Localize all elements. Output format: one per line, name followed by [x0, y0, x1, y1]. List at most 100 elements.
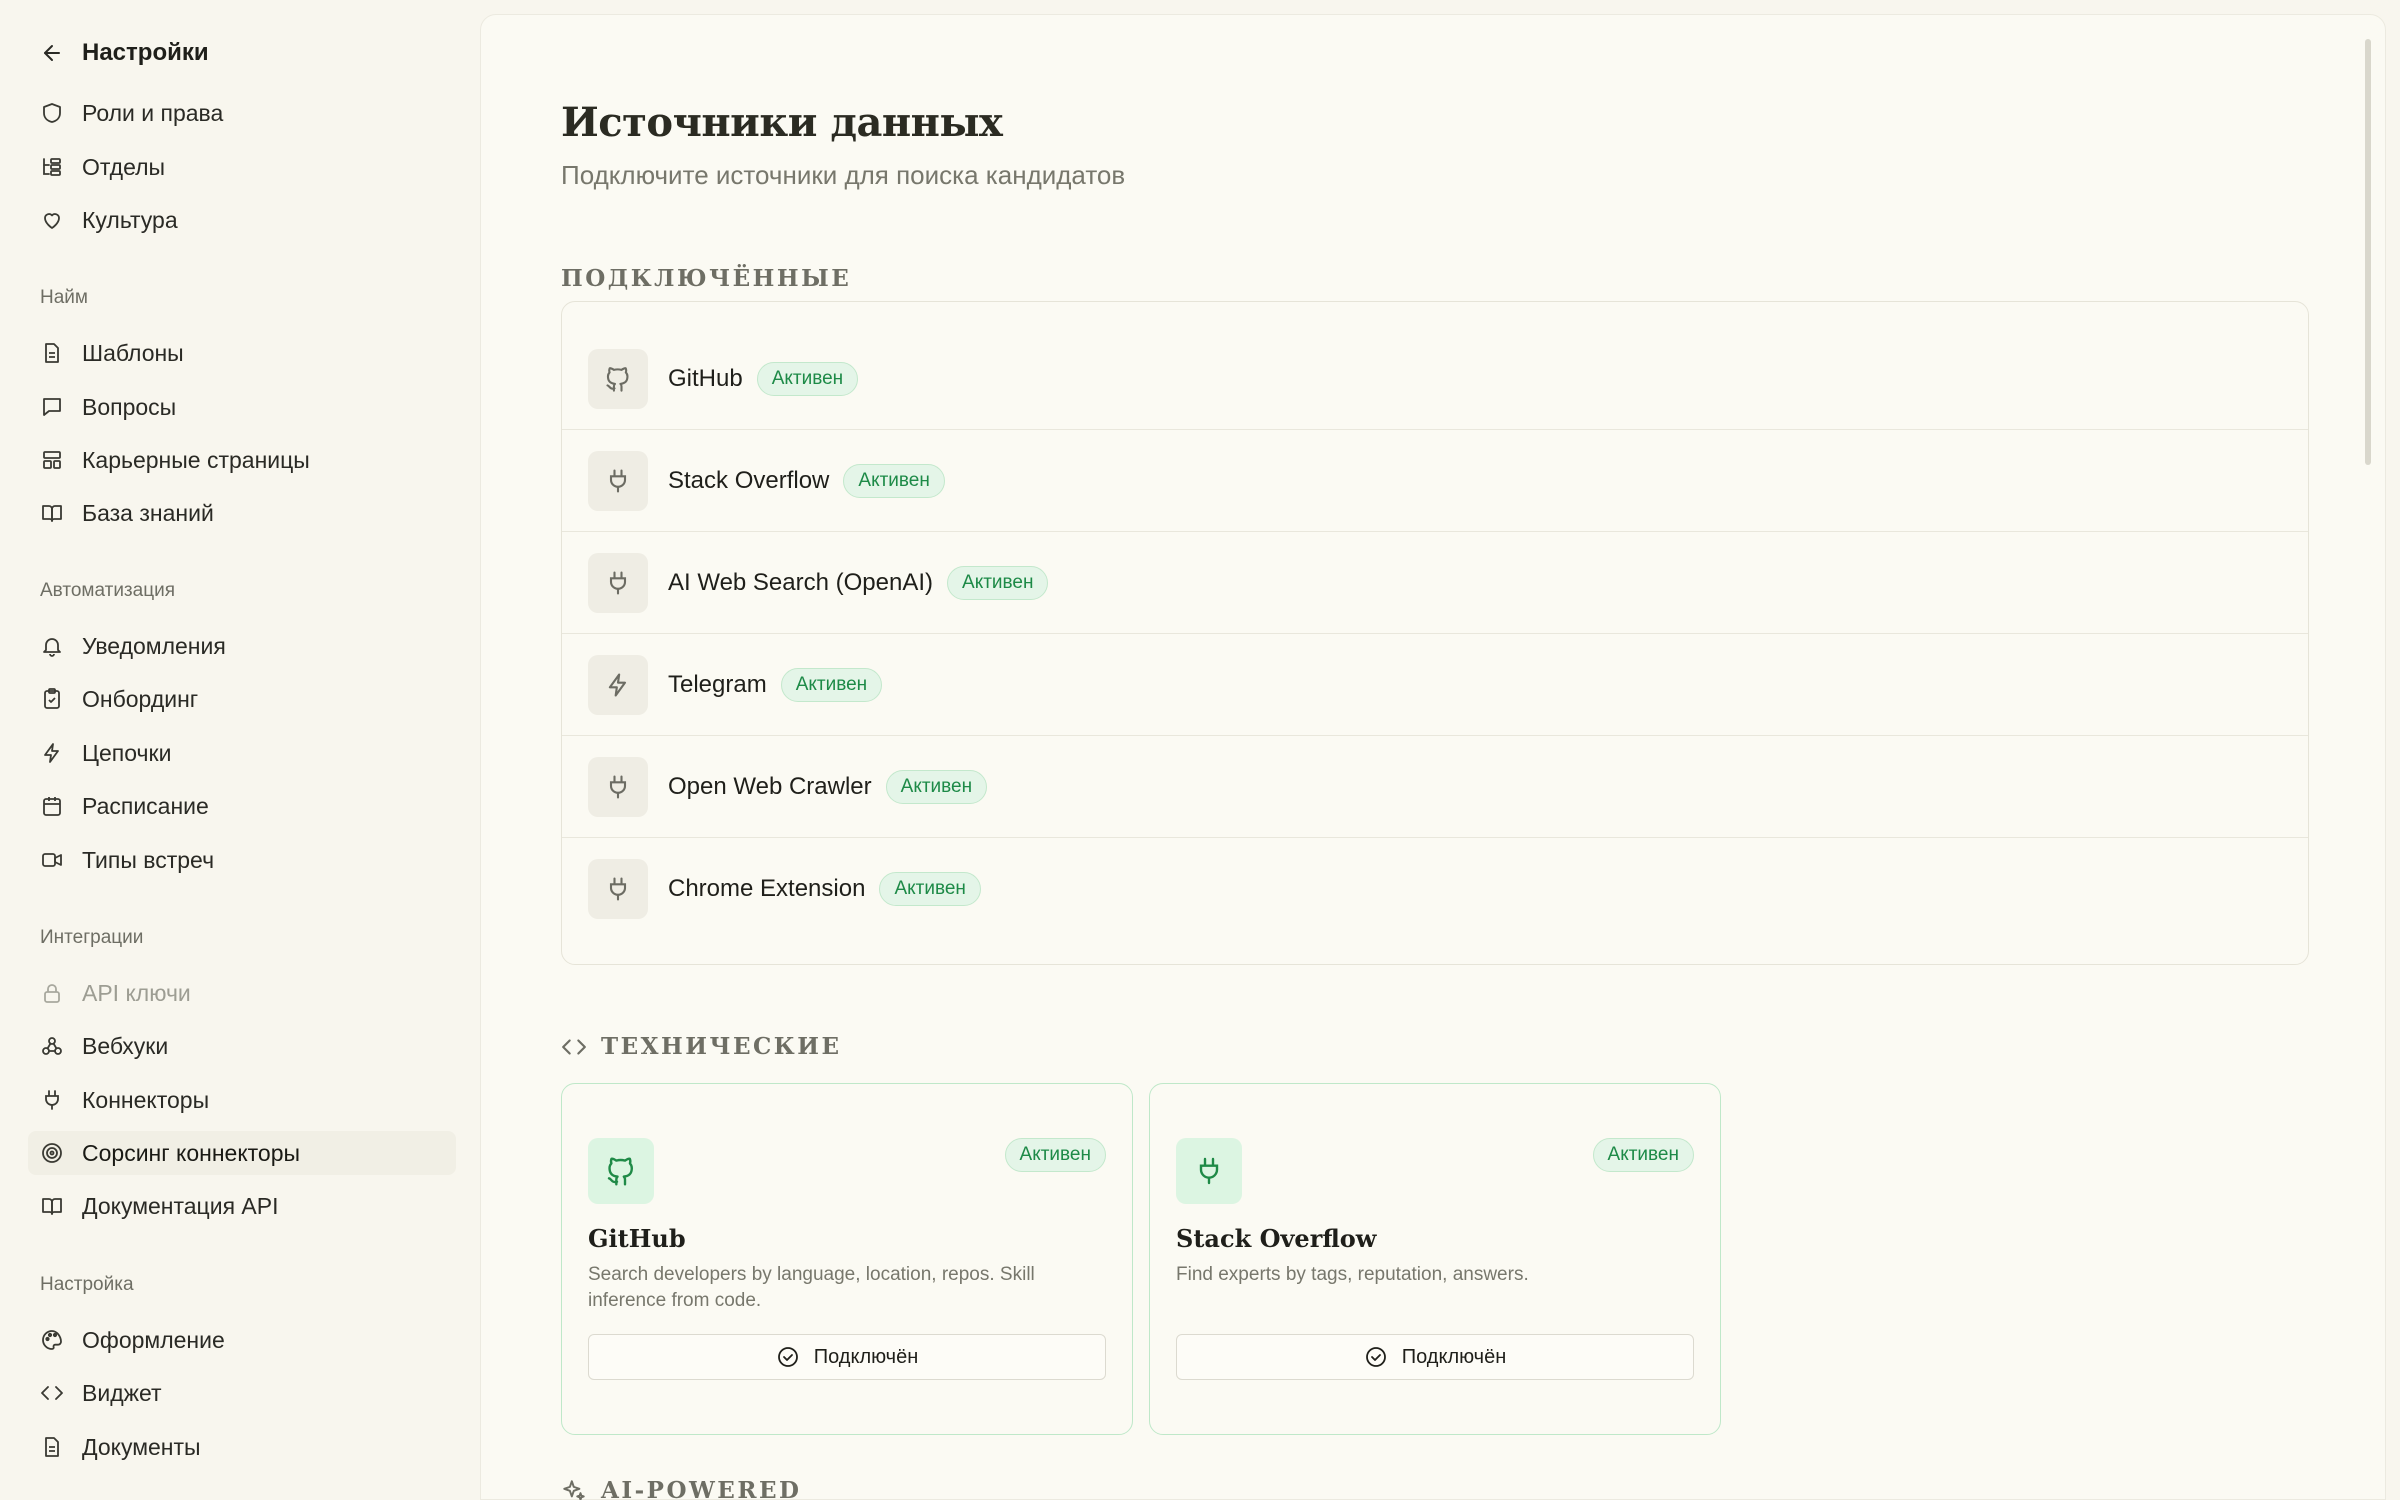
message-square-icon: [40, 395, 64, 419]
sidebar-item-templates[interactable]: Шаблоны: [28, 331, 456, 375]
calendar-icon: [40, 794, 64, 818]
document-icon: [40, 1435, 64, 1459]
sidebar-item-label: Оформление: [82, 1326, 225, 1353]
sidebar-item-label: Документы: [82, 1433, 201, 1460]
section-integrations: Интеграции: [40, 927, 144, 948]
sidebar-item-onboarding[interactable]: Онбординг: [28, 677, 456, 721]
sidebar-item-label: Роли и права: [82, 99, 224, 126]
sidebar-item-api-docs[interactable]: Документация API: [28, 1184, 456, 1228]
ai-section-label: AI-POWERED: [601, 1477, 802, 1500]
connected-row-ai-web-search[interactable]: AI Web Search (OpenAI) Активен: [562, 532, 2308, 634]
webhook-icon: [40, 1034, 64, 1058]
plug-icon: [588, 859, 648, 919]
connected-button[interactable]: Подключён: [1176, 1334, 1694, 1380]
scrollbar[interactable]: [2365, 39, 2371, 465]
sidebar-item-label: API ключи: [82, 979, 191, 1006]
plug-icon: [1176, 1138, 1242, 1204]
card-title: GitHub: [588, 1224, 686, 1253]
section-setup: Настройка: [40, 1274, 134, 1295]
sidebar-item-culture[interactable]: Культура: [28, 198, 456, 242]
source-card-stack-overflow: Активен Stack Overflow Find experts by t…: [1149, 1083, 1721, 1435]
plug-icon: [588, 756, 648, 817]
page-subtitle: Подключите источники для поиска кандидат…: [561, 160, 1126, 190]
sidebar-item-widget[interactable]: Виджет: [28, 1371, 456, 1415]
connected-section-title: ПОДКЛЮЧЁННЫЕ: [561, 265, 851, 292]
target-icon: [40, 1141, 64, 1165]
card-title: Stack Overflow: [1176, 1224, 1377, 1253]
github-icon: [588, 348, 648, 409]
connector-name: GitHub: [668, 364, 743, 392]
status-badge: Активен: [947, 565, 1049, 600]
document-icon: [40, 341, 64, 365]
back-to-settings[interactable]: Настройки: [40, 36, 209, 70]
connected-list: GitHub Активен Stack Overflow Активен AI…: [561, 301, 2309, 965]
layout-icon: [40, 448, 64, 472]
sidebar-item-sourcing-connectors[interactable]: Сорсинг коннекторы: [28, 1131, 456, 1175]
book-open-icon: [40, 501, 64, 525]
connector-name: Chrome Extension: [668, 875, 866, 902]
hierarchy-icon: [40, 155, 64, 179]
sidebar-title: Настройки: [82, 39, 209, 66]
connector-name: Stack Overflow: [668, 466, 830, 494]
section-hiring: Найм: [40, 287, 88, 308]
sidebar-item-roles[interactable]: Роли и права: [28, 91, 456, 135]
status-badge: Активен: [879, 872, 981, 906]
sidebar-item-questions[interactable]: Вопросы: [28, 385, 456, 429]
heart-icon: [40, 208, 64, 232]
connected-row-stack-overflow[interactable]: Stack Overflow Активен: [562, 430, 2308, 532]
sidebar-item-knowledge-base[interactable]: База знаний: [28, 491, 456, 535]
sidebar-item-label: Отделы: [82, 153, 166, 180]
check-circle-icon: [1364, 1345, 1388, 1369]
main-panel: Источники данных Подключите источники дл…: [480, 14, 2386, 1500]
book-open-icon: [40, 1194, 64, 1218]
connector-name: Open Web Crawler: [668, 772, 872, 800]
sidebar-item-api-keys[interactable]: API ключи: [28, 971, 456, 1015]
status-badge: Активен: [756, 361, 859, 396]
sidebar-item-chains[interactable]: Цепочки: [28, 731, 456, 775]
status-badge: Активен: [885, 769, 988, 804]
sidebar-item-meeting-types[interactable]: Типы встреч: [28, 838, 456, 882]
connected-row-chrome-extension[interactable]: Chrome Extension Активен: [562, 838, 2308, 940]
sidebar-item-label: Документация API: [82, 1192, 279, 1219]
github-icon: [588, 1138, 654, 1204]
connected-row-open-web-crawler[interactable]: Open Web Crawler Активен: [562, 736, 2308, 838]
technical-section-label: ТЕХНИЧЕСКИЕ: [601, 1033, 842, 1060]
video-icon: [40, 848, 64, 872]
plug-icon: [588, 552, 648, 613]
connected-row-telegram[interactable]: Telegram Активен: [562, 634, 2308, 736]
technical-section-title: ТЕХНИЧЕСКИЕ: [561, 1033, 841, 1060]
arrow-left-icon: [40, 41, 64, 65]
zap-icon: [40, 741, 64, 765]
sidebar-item-label: Виджет: [82, 1379, 162, 1406]
sidebar-item-label: Типы встреч: [82, 846, 215, 873]
sidebar-item-label: Вопросы: [82, 393, 177, 420]
sidebar-item-schedule[interactable]: Расписание: [28, 784, 456, 828]
button-label: Подключён: [1401, 1345, 1507, 1368]
card-description: Find experts by tags, reputation, answer…: [1176, 1264, 1529, 1285]
sidebar-item-label: База знаний: [82, 499, 214, 526]
bell-icon: [40, 634, 64, 658]
sidebar-item-label: Онбординг: [82, 685, 199, 712]
ai-section-title: AI-POWERED: [561, 1477, 801, 1500]
sidebar-item-documents[interactable]: Документы: [28, 1425, 456, 1469]
sidebar-item-webhooks[interactable]: Вебхуки: [28, 1024, 456, 1068]
sidebar-item-departments[interactable]: Отделы: [28, 145, 456, 189]
connected-row-github[interactable]: GitHub Активен: [562, 328, 2308, 430]
connected-button[interactable]: Подключён: [588, 1334, 1106, 1380]
sidebar-item-label: Шаблоны: [82, 339, 184, 366]
section-automation: Автоматизация: [40, 580, 175, 601]
sidebar-item-appearance[interactable]: Оформление: [28, 1318, 456, 1362]
sidebar-item-connectors[interactable]: Коннекторы: [28, 1078, 456, 1122]
palette-icon: [40, 1328, 64, 1352]
status-badge: Активен: [780, 667, 883, 702]
sidebar-item-label: Культура: [82, 206, 178, 233]
sidebar-item-career-pages[interactable]: Карьерные страницы: [28, 438, 456, 482]
shield-icon: [40, 101, 64, 125]
sidebar-item-label: Вебхуки: [82, 1032, 169, 1059]
sidebar-item-notifications[interactable]: Уведомления: [28, 624, 456, 668]
connector-name: Telegram: [668, 670, 767, 698]
status-badge: Активен: [843, 463, 945, 498]
status-badge: Активен: [1004, 1138, 1106, 1172]
connector-name: AI Web Search (OpenAI): [668, 568, 934, 596]
sidebar-item-label: Сорсинг коннекторы: [82, 1139, 301, 1166]
